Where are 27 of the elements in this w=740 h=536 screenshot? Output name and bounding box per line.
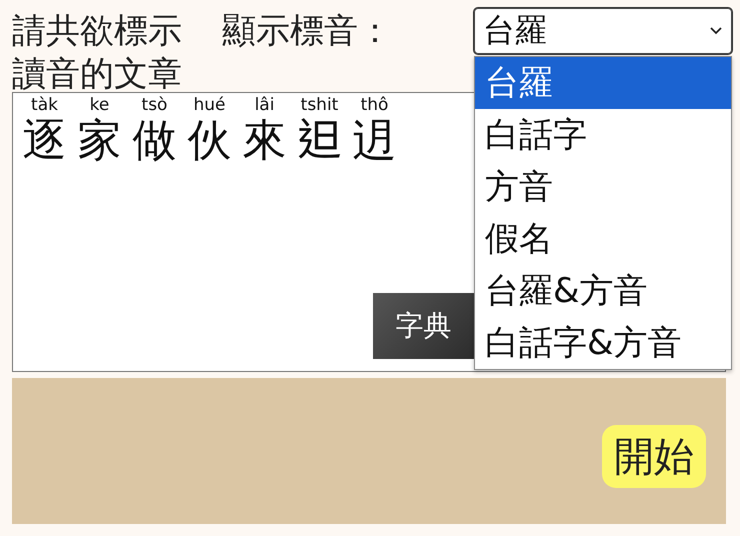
hanzi-character: 逐 [22, 115, 66, 167]
start-button[interactable]: 開始 [602, 425, 706, 488]
dictionary-button[interactable]: 字典 [373, 293, 474, 359]
romanization-text: tàk [31, 95, 58, 115]
romanization-text: ke [90, 95, 110, 115]
phonetic-select[interactable]: 台羅 [474, 8, 732, 54]
dropdown-option[interactable]: 白話字&方音 [475, 317, 731, 369]
dropdown-option[interactable]: 台羅 [475, 57, 731, 109]
hanzi-character: 迌 [352, 115, 396, 167]
romanization-text: tshit [300, 95, 338, 115]
hanzi-character: 做 [132, 115, 176, 167]
romanization-text: thô [360, 95, 388, 115]
prompt-text: 讀音的文章 [12, 56, 182, 92]
dropdown-option[interactable]: 方音 [475, 161, 731, 213]
dropdown-option[interactable]: 假名 [475, 213, 731, 265]
hanzi-character: 𨑨 [298, 115, 342, 167]
chevron-down-icon [709, 26, 723, 36]
hanzi-character: 來 [242, 115, 286, 167]
hanzi-character: 伙 [188, 115, 232, 167]
select-label: 顯示標音： [222, 14, 392, 48]
romanization-text: lâi [254, 95, 274, 115]
romanization-text: tsò [142, 95, 168, 115]
dropdown-option[interactable]: 台羅&方音 [475, 265, 731, 317]
prompt-text: 請共欲標示 [12, 14, 182, 48]
romanization-text: hué [193, 95, 226, 115]
dropdown-option[interactable]: 白話字 [475, 109, 731, 161]
hanzi-character: 家 [78, 115, 122, 167]
